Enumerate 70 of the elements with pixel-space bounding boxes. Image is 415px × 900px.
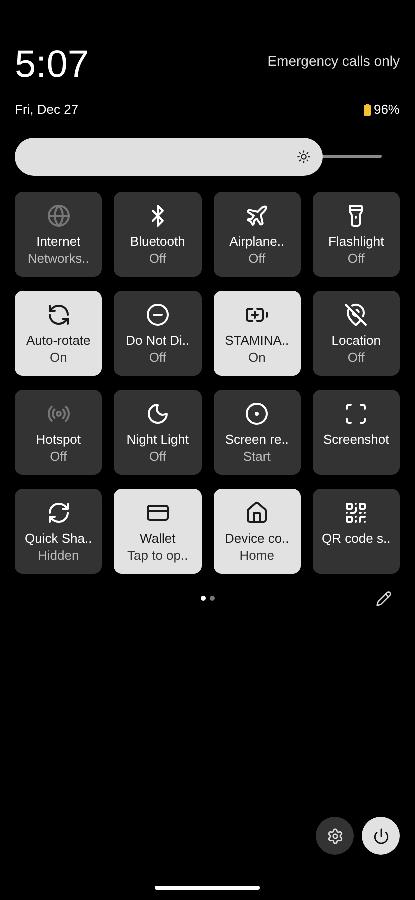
tile-status: Off — [248, 250, 266, 266]
quick-setting-tile[interactable]: Hotspot Off — [15, 390, 102, 474]
tile-label: STAMINA.. — [225, 332, 290, 348]
tile-label: Screenshot — [323, 432, 390, 448]
tile-label: Hotspot — [36, 432, 82, 448]
settings-button[interactable] — [316, 817, 354, 855]
edit-button[interactable] — [376, 590, 392, 606]
quick-setting-tile[interactable]: Internet Networks.. — [15, 192, 102, 276]
tile-status: On — [248, 348, 266, 366]
tile-label: Do Not Di.. — [126, 332, 190, 348]
tile-status: Off — [149, 348, 166, 366]
tile-label: QR code s.. — [322, 530, 391, 546]
quick-setting-tile[interactable]: Quick Sha.. Hidden — [15, 488, 102, 574]
power-icon — [372, 828, 390, 844]
globe-icon — [46, 204, 71, 228]
date-text: Fri, Dec 27 — [15, 101, 79, 119]
quick-setting-tile[interactable]: Night Light Off — [114, 390, 202, 474]
screenshot-icon — [344, 402, 368, 426]
rotate-icon — [46, 302, 71, 326]
quick-setting-tile[interactable]: Bluetooth Off — [114, 192, 202, 276]
tile-status: Hidden — [38, 546, 80, 564]
tile-status: Networks.. — [28, 250, 90, 266]
navigation-handle[interactable] — [155, 886, 260, 890]
quick-setting-tile[interactable]: Device co.. Home — [214, 488, 301, 574]
tile-status: On — [50, 348, 68, 366]
carrier-status: Emergency calls only — [268, 52, 400, 71]
quick-setting-tile[interactable]: Screen re.. Start — [214, 390, 301, 474]
minus-circle-icon — [146, 302, 170, 326]
qr-code-icon — [344, 500, 368, 524]
quick-setting-tile[interactable]: STAMINA.. On — [214, 290, 301, 376]
tile-label: Internet — [36, 234, 81, 250]
tile-status: Off — [50, 448, 68, 464]
share-icon — [46, 500, 71, 524]
record-icon — [245, 402, 270, 426]
quick-setting-tile[interactable]: Location Off — [312, 290, 400, 376]
tile-label: Flashlight — [328, 234, 384, 250]
tile-status: Off — [149, 250, 166, 266]
pencil-icon — [376, 590, 392, 606]
quick-setting-tile[interactable]: Auto-rotate On — [15, 290, 102, 376]
battery-icon — [364, 104, 371, 116]
tile-status: Off — [149, 448, 166, 464]
quick-setting-tile[interactable]: Do Not Di.. Off — [114, 290, 202, 376]
battery-percent: 96% — [374, 101, 400, 119]
moon-icon — [146, 402, 170, 426]
tile-label: Wallet — [140, 530, 176, 546]
location-off-icon — [344, 302, 368, 326]
tile-label: Bluetooth — [130, 234, 186, 250]
tile-label: Quick Sha.. — [25, 530, 92, 546]
quick-setting-tile[interactable]: Airplane.. Off — [214, 192, 301, 276]
home-icon — [245, 500, 270, 524]
quick-setting-tile[interactable]: Wallet Tap to op.. — [114, 488, 202, 574]
tile-label: Airplane.. — [230, 234, 285, 250]
tile-label: Location — [332, 332, 381, 348]
tile-label: Screen re.. — [225, 432, 289, 448]
tile-status: Off — [348, 348, 365, 366]
tile-status: Tap to op.. — [128, 546, 188, 564]
tile-label: Auto-rotate — [26, 332, 91, 348]
power-button[interactable] — [362, 817, 400, 855]
clock-time: 5:07 — [15, 46, 89, 84]
tile-label: Night Light — [126, 432, 189, 448]
brightness-icon — [297, 150, 311, 164]
quick-setting-tile[interactable]: Screenshot — [312, 390, 400, 474]
tile-status: Start — [243, 448, 271, 464]
quick-setting-tile[interactable]: QR code s.. — [312, 488, 400, 574]
airplane-icon — [245, 204, 270, 228]
tile-label: Device co.. — [224, 530, 290, 546]
tile-status: Home — [240, 546, 274, 564]
settings-icon — [326, 828, 344, 844]
tile-status: Off — [348, 250, 365, 266]
quick-setting-tile[interactable]: Flashlight Off — [312, 192, 400, 276]
